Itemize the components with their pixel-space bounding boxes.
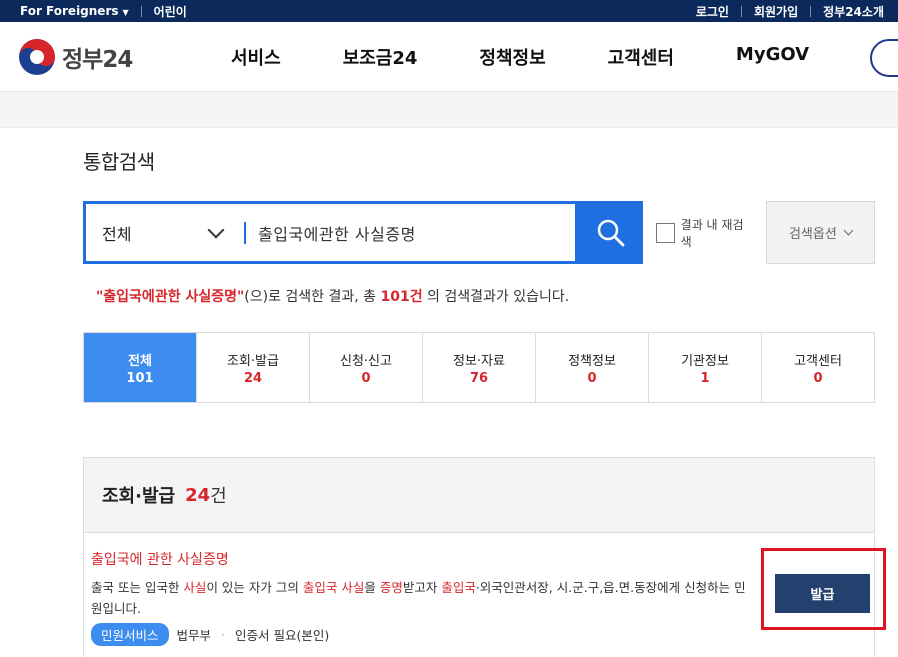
result-summary: "출입국에관한 사실증명"(으)로 검색한 결과, 총 101건 의 검색결과가… [96, 286, 875, 306]
item-title-link[interactable]: 출입국에 관한 사실증명 [91, 549, 874, 569]
logo-text: 정부24 [62, 46, 133, 73]
issue-button[interactable]: 발급 [775, 574, 870, 613]
for-foreigners-link[interactable]: For Foreigners ▼ [20, 4, 129, 18]
scope-select-value: 전체 [102, 224, 132, 244]
tab-count: 0 [361, 370, 371, 386]
category-tabs: 전체 101 조회·발급 24 신청·신고 0 정보·자료 76 정책정보 0 기관정보 1… [83, 332, 875, 403]
tab-all[interactable]: 전체 101 [84, 333, 197, 402]
tab-count: 24 [243, 370, 263, 386]
nav-services[interactable]: 서비스 [231, 44, 281, 70]
tab-label: 신청·신고 [340, 353, 392, 369]
site-header: 정부24 서비스 보조금24 정책정보 고객센터 MyGOV [0, 22, 898, 92]
signup-link[interactable]: 회원가입 [754, 3, 798, 20]
cert-required-label: 인증서 필요(본인) [235, 628, 330, 643]
search-box: 전체 출입국에관한 사실증명 [83, 201, 579, 264]
tab-info-materials[interactable]: 정보·자료 76 [423, 333, 536, 402]
tab-policy-info[interactable]: 정책정보 0 [536, 333, 649, 402]
desc-highlight: 출입국 [441, 580, 476, 595]
search-options-button[interactable]: 검색옵션 [765, 201, 875, 264]
tab-application-report[interactable]: 신청·신고 0 [310, 333, 423, 402]
page-title: 통합검색 [83, 150, 155, 174]
inquiry-issue-section: 조회·발급 24 건 출입국에 관한 사실증명 출국 또는 입국한 사실이 있는 … [83, 457, 886, 657]
section-count: 24 [185, 484, 211, 506]
divider [810, 5, 812, 17]
item-description: 출국 또는 입국한 사실이 있는 자가 그의 출입국 사실을 증명받고자 출입국… [91, 577, 751, 619]
desc-text: 출국 또는 입국한 [91, 580, 184, 595]
tab-label: 정책정보 [568, 353, 616, 369]
tab-count: 0 [587, 370, 597, 386]
tab-count: 101 [126, 370, 154, 386]
nav-mygov[interactable]: MyGOV [736, 44, 809, 70]
tab-label: 정보·자료 [453, 353, 505, 369]
agency-label: 법무부 [176, 628, 212, 643]
taegeuk-logo-icon [18, 38, 56, 76]
research-within-results[interactable]: 결과 내 재검색 [656, 216, 748, 250]
login-link[interactable]: 로그인 [696, 3, 729, 20]
nav-policy-info[interactable]: 정책정보 [479, 44, 545, 70]
list-item: 출입국에 관한 사실증명 출국 또는 입국한 사실이 있는 자가 그의 출입국 … [84, 533, 886, 646]
divider [140, 5, 142, 17]
search-icon [597, 219, 625, 246]
tab-count: 76 [469, 370, 489, 386]
tab-agency-info[interactable]: 기관정보 1 [649, 333, 762, 402]
desc-text: 이 있는 자가 그의 [206, 580, 303, 595]
section-unit: 건 [210, 486, 227, 507]
tab-label: 조회·발급 [227, 353, 279, 369]
scope-select[interactable]: 전체 [86, 221, 246, 244]
research-label: 결과 내 재검색 [680, 217, 744, 249]
result-query: "출입국에관한 사실증명" [96, 289, 245, 305]
logo[interactable]: 정부24 [18, 38, 218, 76]
chevron-down-icon [207, 221, 225, 238]
tab-customer-center[interactable]: 고객센터 0 [762, 333, 874, 402]
item-tags: 민원서비스 법무부 · 인증서 필요(본인) [91, 623, 874, 646]
tab-label: 기관정보 [681, 353, 729, 369]
search-options-label: 검색옵션 [788, 227, 837, 242]
tab-count: 0 [813, 370, 823, 386]
main-content: 통합검색 전체 출입국에관한 사실증명 결과 내 재검색 검색옵션 "출입국에관… [83, 128, 886, 657]
tab-count: 1 [700, 370, 710, 386]
chevron-down-icon [843, 225, 854, 236]
section-header: 조회·발급 24 건 [84, 458, 874, 533]
header-band [0, 92, 898, 128]
section-title: 조회·발급 [102, 486, 176, 507]
desc-text: 을 [364, 580, 380, 595]
kids-link[interactable]: 어린이 [154, 3, 187, 20]
header-search-toggle[interactable] [870, 39, 898, 77]
search-button[interactable] [578, 201, 644, 264]
tab-inquiry-issue[interactable]: 조회·발급 24 [197, 333, 310, 402]
research-checkbox[interactable] [656, 222, 675, 243]
desc-highlight: 출입국 사실 [302, 580, 365, 595]
caret-down-icon: ▼ [122, 8, 129, 17]
desc-text: 받고자 [402, 580, 442, 595]
separator-dot: · [221, 627, 226, 642]
nav-customer-center[interactable]: 고객센터 [608, 44, 674, 70]
divider [740, 5, 742, 17]
tab-label: 전체 [128, 353, 152, 369]
desc-highlight: 증명 [379, 580, 403, 595]
desc-highlight: 사실 [183, 580, 207, 595]
about-link[interactable]: 정부24소개 [823, 3, 884, 20]
tab-label: 고객센터 [794, 353, 842, 369]
search-input[interactable]: 출입국에관한 사실증명 [246, 221, 416, 245]
result-count: 101건 [380, 289, 423, 305]
utility-bar: For Foreigners ▼ 어린이 로그인 회원가입 정부24소개 [0, 0, 898, 22]
service-type-badge: 민원서비스 [91, 623, 169, 646]
issue-button-highlight: 발급 [761, 548, 886, 630]
result-text-end: 의 검색결과가 있습니다. [422, 289, 570, 305]
nav-subsidy24[interactable]: 보조금24 [343, 44, 418, 70]
search-row: 전체 출입국에관한 사실증명 결과 내 재검색 검색옵션 [83, 201, 875, 264]
result-text: (으)로 검색한 결과, 총 [244, 289, 381, 305]
main-nav: 서비스 보조금24 정책정보 고객센터 MyGOV [231, 44, 871, 70]
